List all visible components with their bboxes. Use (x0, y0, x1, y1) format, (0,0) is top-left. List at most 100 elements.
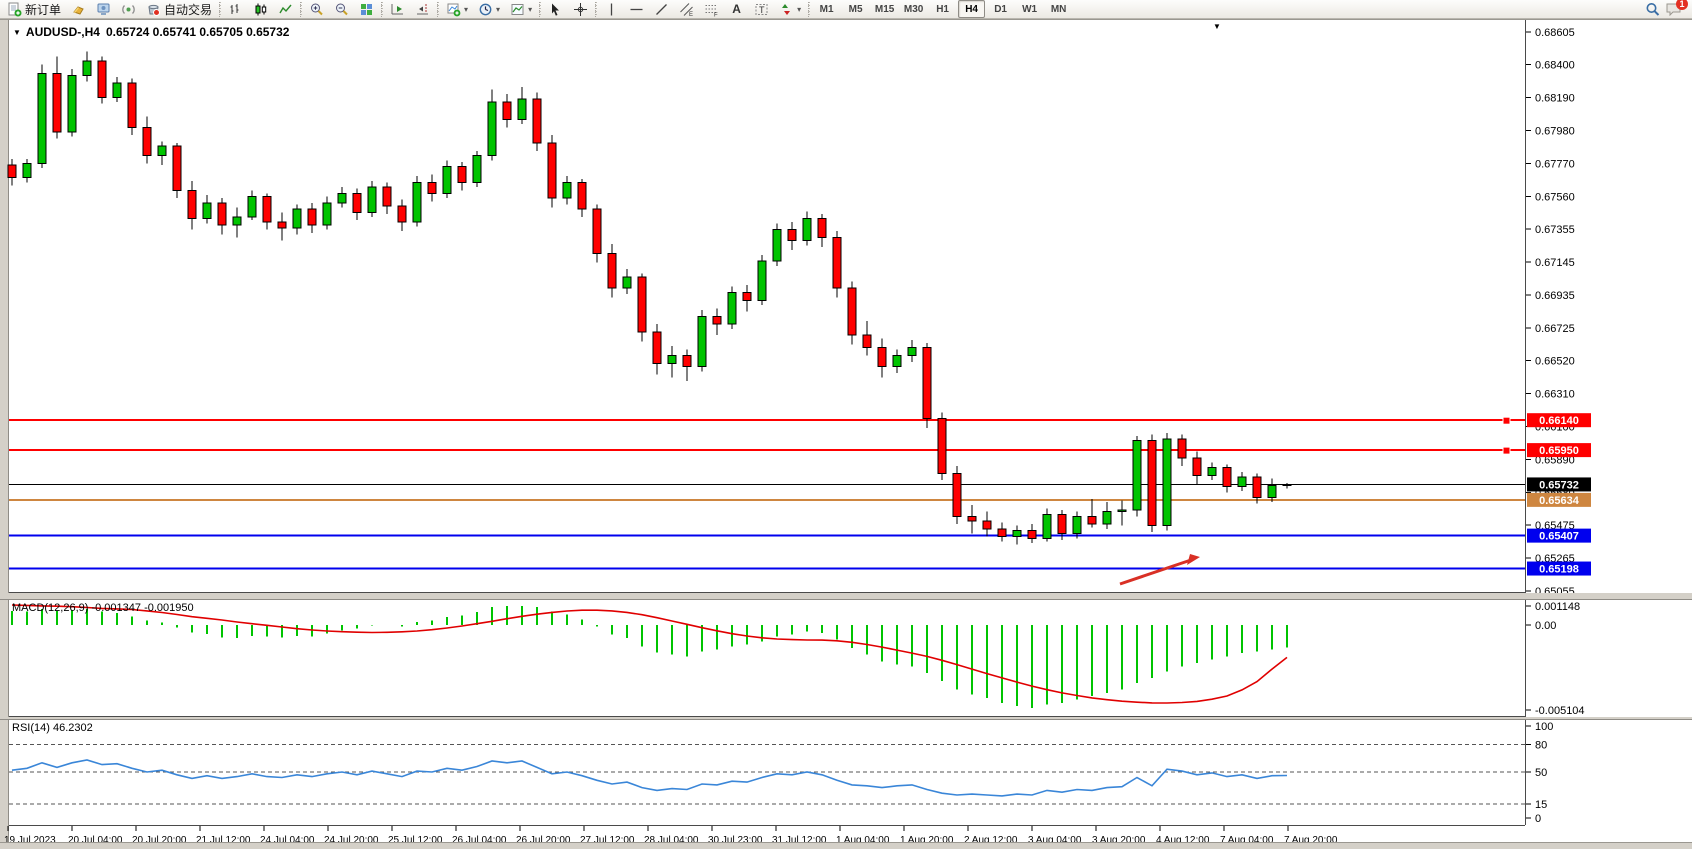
periods-button[interactable]: ▾ (473, 0, 505, 19)
auto-scroll-icon (390, 2, 405, 17)
toolbar-separator (539, 2, 541, 17)
timeframe-group: M1M5M15M30H1H4D1W1MN (812, 0, 1073, 18)
bar-chart-icon (228, 2, 243, 17)
horizontal-line-tool-button[interactable] (624, 0, 649, 19)
arrows-tool-button[interactable]: ▾ (774, 0, 806, 19)
timeframe-button-h4[interactable]: H4 (958, 0, 985, 18)
svg-text:0.66935: 0.66935 (1535, 290, 1575, 302)
search-icon[interactable] (1645, 2, 1660, 17)
monitor-icon (96, 2, 111, 17)
auto-scroll-button[interactable] (385, 0, 410, 19)
vertical-line-icon (604, 2, 619, 17)
cursor-tool-button[interactable] (543, 0, 568, 19)
svg-text:0.67770: 0.67770 (1535, 158, 1575, 170)
main-toolbar: 新订单 自动交易 ▾ ▾ ▾ E F A T ▾ M1M5M15M30H1H4D… (0, 0, 1692, 19)
svg-text:0.65407: 0.65407 (1539, 531, 1579, 543)
horizontal-line-icon (629, 2, 644, 17)
vertical-line-tool-button[interactable] (599, 0, 624, 19)
timeframe-button-m5[interactable]: M5 (842, 0, 869, 18)
svg-text:0.65634: 0.65634 (1539, 495, 1580, 507)
svg-text:0.68190: 0.68190 (1535, 92, 1575, 104)
svg-text:0.67560: 0.67560 (1535, 192, 1575, 204)
svg-text:50: 50 (1535, 767, 1547, 779)
arrows-icon (779, 2, 794, 17)
chart-shift-button[interactable] (410, 0, 435, 19)
fibonacci-icon: F (704, 2, 719, 17)
zoom-in-button[interactable] (304, 0, 329, 19)
templates-button[interactable]: ▾ (505, 0, 537, 19)
indicators-add-icon (446, 2, 461, 17)
template-icon (510, 2, 525, 17)
svg-text:80: 80 (1535, 739, 1547, 751)
candlestick-chart-button[interactable] (248, 0, 273, 19)
clock-icon (478, 2, 493, 17)
line-chart-button[interactable] (273, 0, 298, 19)
auto-trading-button[interactable]: 自动交易 (141, 0, 217, 19)
text-tool-button[interactable]: A (724, 0, 749, 19)
svg-text:0.68605: 0.68605 (1535, 27, 1575, 39)
signals-button[interactable] (116, 0, 141, 19)
cursor-icon (548, 2, 563, 17)
text-label-icon: T (754, 2, 769, 17)
tile-windows-icon (359, 2, 374, 17)
chart-title[interactable]: ▼AUDUSD-,H40.65724 0.65741 0.65705 0.657… (13, 25, 289, 39)
timeframe-button-m1[interactable]: M1 (813, 0, 840, 18)
toolbar-separator (219, 2, 221, 17)
chart-canvas[interactable]: 0.68605 0.68400 0.68190 0.67980 0.67770 0.675… (0, 19, 1692, 849)
new-order-button[interactable]: 新订单 (2, 0, 66, 19)
accounts-button[interactable] (91, 0, 116, 19)
channel-tool-button[interactable]: E (674, 0, 699, 19)
signal-icon (121, 2, 136, 17)
toolbar-separator (300, 2, 302, 17)
timeframe-button-w1[interactable]: W1 (1016, 0, 1043, 18)
dropdown-caret: ▾ (496, 5, 500, 14)
trendline-icon (654, 2, 669, 17)
svg-text:-0.005104: -0.005104 (1535, 705, 1585, 717)
crosshair-tool-button[interactable] (568, 0, 593, 19)
toolbar-separator (595, 2, 597, 17)
indicators-button[interactable]: ▾ (441, 0, 473, 19)
notification-badge: 1 (1676, 0, 1688, 10)
timeframe-button-d1[interactable]: D1 (987, 0, 1014, 18)
dropdown-caret: ▾ (528, 5, 532, 14)
svg-text:0.67980: 0.67980 (1535, 125, 1575, 137)
tile-windows-button[interactable] (354, 0, 379, 19)
svg-text:RSI(14) 46.2302: RSI(14) 46.2302 (12, 722, 93, 734)
timeframe-button-h1[interactable]: H1 (929, 0, 956, 18)
svg-text:0.65732: 0.65732 (1539, 479, 1579, 491)
svg-text:15: 15 (1535, 799, 1547, 811)
svg-text:0.67355: 0.67355 (1535, 224, 1575, 236)
new-order-icon (7, 2, 22, 17)
svg-text:0.66520: 0.66520 (1535, 355, 1575, 367)
svg-text:F: F (714, 12, 718, 17)
toolbar-separator (437, 2, 439, 17)
dropdown-caret: ▾ (797, 5, 801, 14)
new-order-label: 新订单 (25, 1, 61, 18)
timeframe-button-m30[interactable]: M30 (900, 0, 927, 18)
svg-text:0.66725: 0.66725 (1535, 323, 1575, 335)
svg-text:0.001148: 0.001148 (1535, 601, 1580, 613)
one-click-caret-icon[interactable]: ▼ (1213, 22, 1221, 31)
timeframe-button-mn[interactable]: MN (1045, 0, 1072, 18)
gold-icon (71, 2, 86, 17)
zoom-in-icon (309, 2, 324, 17)
fibonacci-tool-button[interactable]: F (699, 0, 724, 19)
svg-text:0: 0 (1535, 813, 1541, 825)
bar-chart-button[interactable] (223, 0, 248, 19)
svg-text:MACD(12,26,9) -0.001347 -0.001: MACD(12,26,9) -0.001347 -0.001950 (12, 602, 194, 614)
svg-text:0.65950: 0.65950 (1539, 445, 1579, 457)
trendline-tool-button[interactable] (649, 0, 674, 19)
auto-trading-icon (146, 2, 161, 17)
zoom-out-button[interactable] (329, 0, 354, 19)
svg-text:0.00: 0.00 (1535, 620, 1556, 632)
svg-text:0.68400: 0.68400 (1535, 59, 1575, 71)
svg-text:0.65198: 0.65198 (1539, 564, 1579, 576)
timeframe-button-m15[interactable]: M15 (871, 0, 898, 18)
text-label-tool-button[interactable]: T (749, 0, 774, 19)
market-watch-button[interactable] (66, 0, 91, 19)
dropdown-caret: ▾ (464, 5, 468, 14)
chart-symbol-period: AUDUSD-,H4 (26, 25, 100, 39)
auto-trading-label: 自动交易 (164, 1, 212, 18)
notifications-button[interactable]: 1 (1666, 2, 1682, 16)
svg-text:0.66140: 0.66140 (1539, 415, 1579, 427)
